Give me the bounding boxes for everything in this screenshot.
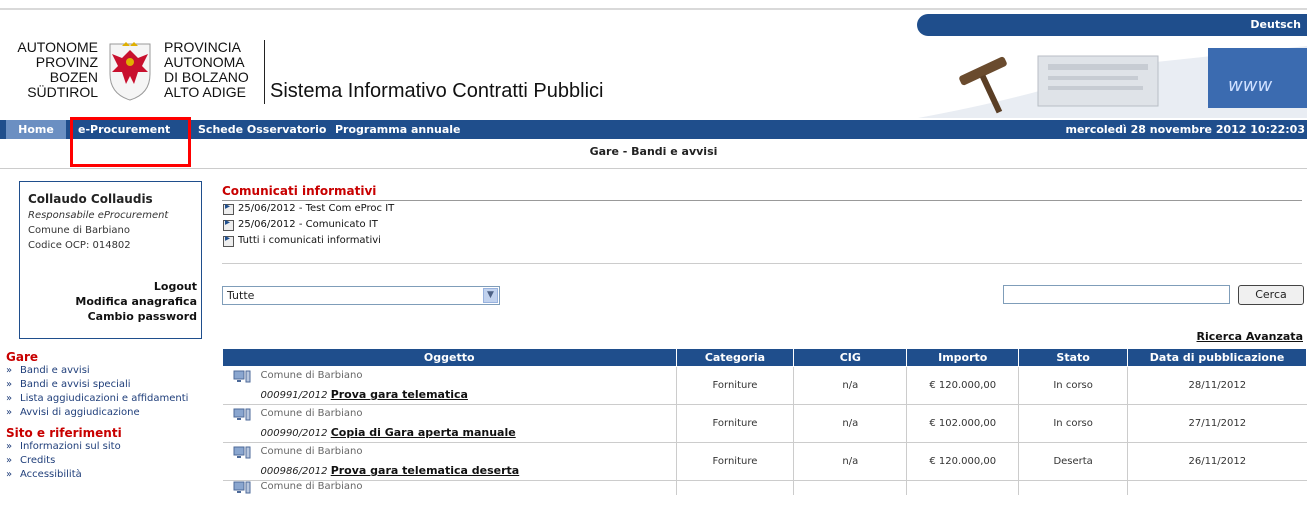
chevron-down-icon[interactable]: ▼ — [483, 288, 498, 303]
advanced-search-link[interactable]: Ricerca Avanzata — [1197, 330, 1303, 343]
leftnav-informazioni-sito[interactable]: Informazioni sul sito — [6, 440, 206, 454]
row-number: 000986/2012 — [260, 466, 328, 477]
user-org: Comune di Barbiano — [28, 225, 130, 236]
nav-programma-annuale[interactable]: Programma annuale — [335, 120, 461, 139]
cell-importo: € 120.000,00 — [906, 442, 1019, 481]
cell-stato: In corso — [1018, 366, 1128, 405]
user-code: Codice OCP: 014802 — [28, 240, 131, 251]
header-oggetto: Oggetto — [222, 348, 677, 367]
table-row: Comune di Barbiano 000991/2012 Prova gar… — [222, 366, 1307, 405]
leftnav-lista-aggiudicazioni[interactable]: Lista aggiudicazioni e affidamenti — [6, 392, 206, 406]
user-links: Logout Modifica anagrafica Cambio passwo… — [75, 279, 197, 324]
row-number: 000990/2012 — [260, 428, 328, 439]
header-data: Data di pubblicazione — [1127, 348, 1307, 367]
comunicati-panel: Comunicati informativi 25/06/2012 - Test… — [222, 184, 1302, 264]
comunicati-all-link[interactable]: Tutti i comunicati informativi — [222, 231, 1302, 249]
computer-icon — [233, 446, 250, 459]
cell-data: 28/11/2012 — [1127, 366, 1307, 405]
cell-categoria: Forniture — [675, 404, 794, 443]
header-cig: CIG — [793, 348, 908, 367]
page-subheader: Gare - Bandi e avvisi — [0, 139, 1307, 169]
comunicato-item[interactable]: 25/06/2012 - Test Com eProc IT — [222, 199, 1302, 217]
table-header-row: Oggetto Categoria CIG Importo Stato Data… — [222, 348, 1307, 367]
comunicati-title: Comunicati informativi — [222, 184, 377, 198]
category-filter-select[interactable]: Tutte ▼ — [222, 286, 500, 305]
row-title-link[interactable]: Prova gara telematica deserta — [331, 464, 520, 477]
cell-cig: n/a — [793, 442, 907, 481]
header-collage-image: www — [918, 46, 1307, 118]
cell-categoria: Forniture — [675, 366, 794, 405]
row-ente: Comune di Barbiano — [260, 408, 363, 419]
cell-importo: € 102.000,00 — [906, 404, 1019, 443]
header-stato: Stato — [1018, 348, 1129, 367]
user-role: Responsabile eProcurement — [28, 210, 169, 221]
cell-oggetto: Comune di Barbiano 000990/2012 Copia di … — [222, 404, 676, 443]
current-datetime: mercoledì 28 novembre 2012 10:22:03 — [1065, 123, 1305, 136]
leftnav-bandi-speciali[interactable]: Bandi e avvisi speciali — [6, 378, 206, 392]
computer-icon — [233, 481, 250, 494]
logo-separator — [264, 40, 265, 104]
header-importo: Importo — [906, 348, 1020, 367]
comunicato-item[interactable]: 25/06/2012 - Comunicato IT — [222, 215, 1302, 233]
row-title-link[interactable]: Copia di Gara aperta manuale — [331, 426, 516, 439]
comunicati-bottom-divider — [222, 263, 1302, 264]
user-name: Collaudo Collaudis — [28, 192, 153, 206]
computer-icon — [233, 370, 250, 383]
cell-oggetto: Comune di Barbiano 000986/2012 Prova gar… — [222, 442, 676, 481]
cell-data: 27/11/2012 — [1127, 404, 1307, 443]
search-input[interactable] — [1003, 285, 1230, 304]
row-title-link[interactable]: Prova gara telematica — [331, 388, 468, 401]
app-title: Sistema Informativo Contratti Pubblici — [270, 80, 604, 102]
computer-icon — [233, 408, 250, 421]
leftnav-bandi-e-avvisi[interactable]: Bandi e avvisi — [6, 364, 206, 378]
row-ente: Comune di Barbiano — [260, 370, 363, 381]
logout-link[interactable]: Logout — [75, 279, 197, 294]
edit-profile-link[interactable]: Modifica anagrafica — [75, 294, 197, 309]
cell-importo: € 120.000,00 — [906, 366, 1019, 405]
nav-schede-osservatorio[interactable]: Schede Osservatorio — [198, 120, 326, 139]
cell-categoria: Forniture — [675, 442, 794, 481]
header-categoria: Categoria — [675, 348, 795, 367]
svg-text:www: www — [1228, 75, 1272, 96]
section-sito-title: Sito e riferimenti — [6, 426, 122, 440]
eagle-crest-icon — [109, 42, 151, 101]
leftnav-accessibilita[interactable]: Accessibilità — [6, 468, 206, 482]
cell-stato: Deserta — [1018, 442, 1128, 481]
language-link[interactable]: Deutsch — [1250, 18, 1301, 31]
table-row: Comune di Barbiano — [223, 480, 1307, 496]
top-divider — [0, 8, 1307, 10]
section-gare-title: Gare — [6, 350, 39, 364]
row-ente: Comune di Barbiano — [260, 481, 363, 492]
cell-oggetto: Comune di Barbiano 000991/2012 Prova gar… — [222, 366, 676, 405]
cell-data: 26/11/2012 — [1127, 442, 1307, 481]
nav-home[interactable]: Home — [6, 120, 66, 139]
left-navigation: Gare Bandi e avvisi Bandi e avvisi speci… — [6, 348, 206, 482]
logo-text-it: PROVINCIA AUTONOMA DI BOLZANO ALTO ADIGE — [164, 39, 249, 100]
row-number: 000991/2012 — [260, 390, 328, 401]
change-password-link[interactable]: Cambio password — [75, 309, 197, 324]
cell-cig: n/a — [793, 366, 907, 405]
leftnav-credits[interactable]: Credits — [6, 454, 206, 468]
cell-cig: n/a — [793, 404, 907, 443]
search-button[interactable]: Cerca — [1238, 285, 1304, 305]
main-navbar: Home e-Procurement Schede Osservatorio P… — [0, 120, 1307, 139]
user-info-box: Collaudo Collaudis Responsabile eProcure… — [19, 181, 202, 339]
logo-text-de: AUTONOME PROVINZ BOZEN SÜDTIROL — [17, 39, 98, 100]
table-row: Comune di Barbiano 000990/2012 Copia di … — [222, 404, 1307, 443]
row-ente: Comune di Barbiano — [260, 446, 363, 457]
cell-stato: In corso — [1018, 404, 1128, 443]
language-tab[interactable]: Deutsch — [917, 14, 1307, 36]
filter-selected-value: Tutte — [227, 289, 255, 302]
leftnav-avvisi-aggiudicazione[interactable]: Avvisi di aggiudicazione — [6, 406, 206, 420]
table-row: Comune di Barbiano 000986/2012 Prova gar… — [222, 442, 1307, 481]
results-table: Oggetto Categoria CIG Importo Stato Data… — [222, 348, 1307, 495]
cell-oggetto: Comune di Barbiano — [223, 481, 677, 496]
